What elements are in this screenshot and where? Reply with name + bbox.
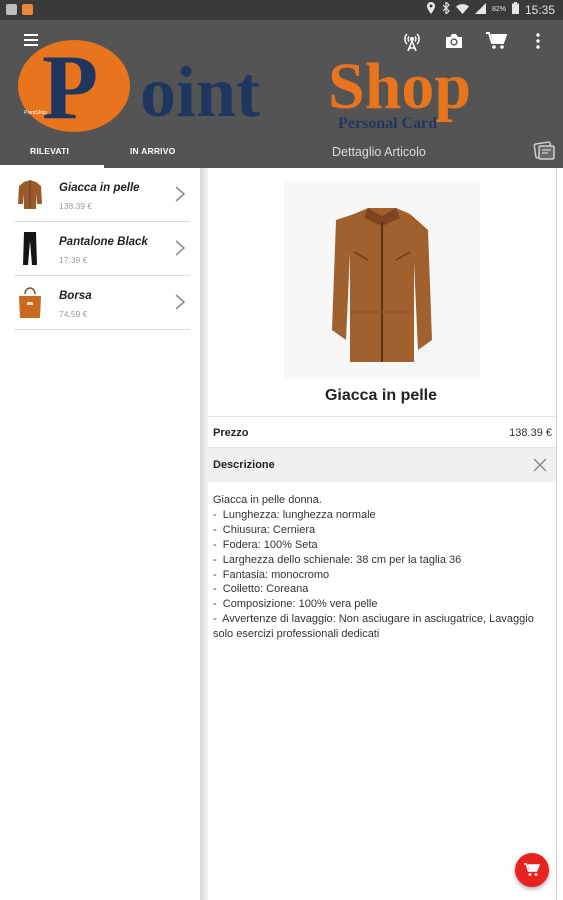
tab-rilevati[interactable]: RILEVATI [30,146,69,156]
close-icon[interactable] [532,457,548,473]
chevron-right-icon [174,239,186,257]
svg-text:oint: oint [140,52,260,132]
product-detail: Giacca in pelle Prezzo 138.39 € Descrizi… [208,168,563,900]
price-row: Prezzo 138.39 € [208,417,556,447]
notification-icons [6,4,33,15]
svg-text:PointShop: PointShop [24,110,47,116]
description-text: Giacca in pelle donna. - Lunghezza: lung… [213,494,534,641]
price-value: 138.39 € [509,427,552,439]
bag-thumbnail-icon [16,284,44,320]
list-item[interactable]: Giacca in pelle 138.39 € [14,168,190,222]
app-bar: P oint Shop Personal Card PointShop RILE… [0,20,563,168]
cart-fab-button[interactable] [515,853,549,887]
list-item[interactable]: Borsa 74.59 € [14,276,190,330]
description-header[interactable]: Descrizione [208,448,556,482]
item-name: Pantalone Black [59,236,148,248]
item-name: Giacca in pelle [59,182,140,194]
battery-percent: 82% [491,6,506,13]
cart-icon [524,863,540,876]
svg-text:Personal Card: Personal Card [338,115,437,132]
location-icon [426,2,436,17]
status-right: 82% 15:35 [426,0,555,17]
pants-thumbnail-icon [16,230,44,266]
item-price: 74.59 € [59,309,88,319]
description-label: Descrizione [213,459,275,471]
chevron-right-icon [174,293,186,311]
product-list: Giacca in pelle 138.39 € Pantalone Black… [0,168,200,900]
pane-divider [200,168,208,900]
item-price: 17.39 € [59,255,88,265]
list-item[interactable]: Pantalone Black 17.39 € [14,222,190,276]
pointshop-logo: P oint Shop Personal Card PointShop [0,36,563,138]
svg-text:Shop: Shop [328,50,471,123]
status-bar: 82% 15:35 [0,0,563,20]
jacket-thumbnail-icon [16,176,44,212]
chevron-right-icon [174,185,186,203]
detail-section-title: Dettaglio Articolo [332,145,426,159]
svg-text:P: P [42,38,98,138]
app-notification-icon [22,4,33,15]
tab-bar: RILEVATI IN ARRIVO Dettaglio Articolo [0,140,563,168]
bluetooth-icon [442,0,450,17]
battery-icon [511,2,519,17]
gallery-notification-icon [6,4,17,15]
right-border [556,168,557,900]
item-name: Borsa [59,290,92,302]
tab-in-arrivo[interactable]: IN ARRIVO [130,146,175,156]
product-title: Giacca in pelle [324,387,438,404]
card-scan-icon[interactable] [533,140,555,162]
item-price: 138.39 € [59,201,93,211]
product-image [284,182,480,378]
clock: 15:35 [524,2,555,17]
price-label: Prezzo [213,427,249,439]
signal-icon [474,2,486,17]
wifi-icon [455,3,469,17]
